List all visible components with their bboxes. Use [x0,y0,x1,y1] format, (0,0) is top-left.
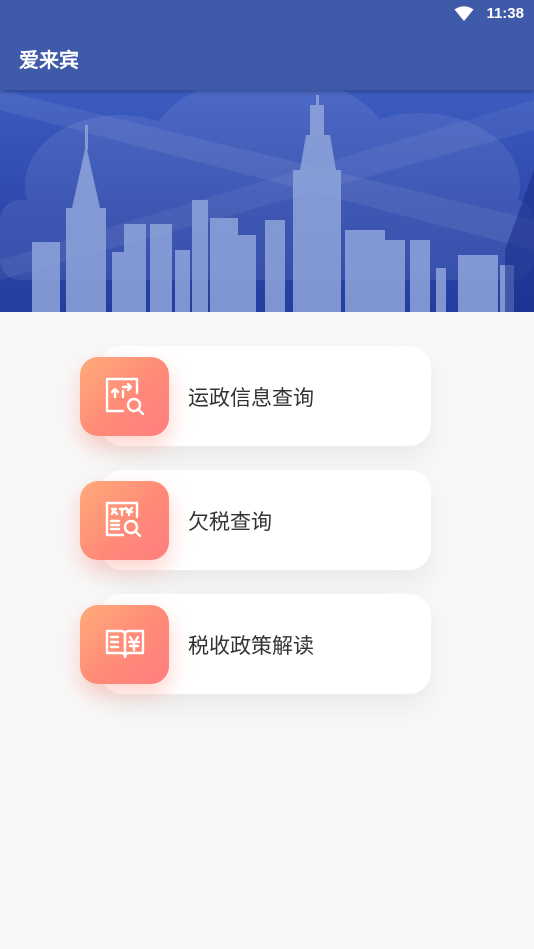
route-search-icon[interactable] [80,357,169,436]
tax-policy-book-icon[interactable] [80,605,169,684]
banner-image [0,90,534,312]
status-bar: 11:38 [0,0,534,28]
tax-arrears-search-icon[interactable] [80,481,169,560]
app-title: 爱来宾 [19,48,79,72]
menu-item-label: 欠税查询 [188,510,272,534]
wifi-icon [454,6,474,21]
city-skyline-illustration [0,90,534,312]
status-time: 11:38 [486,5,524,22]
menu-item-label: 税收政策解读 [188,634,314,658]
menu-item-label: 运政信息查询 [188,386,314,410]
app-bar: 爱来宾 [0,28,534,90]
